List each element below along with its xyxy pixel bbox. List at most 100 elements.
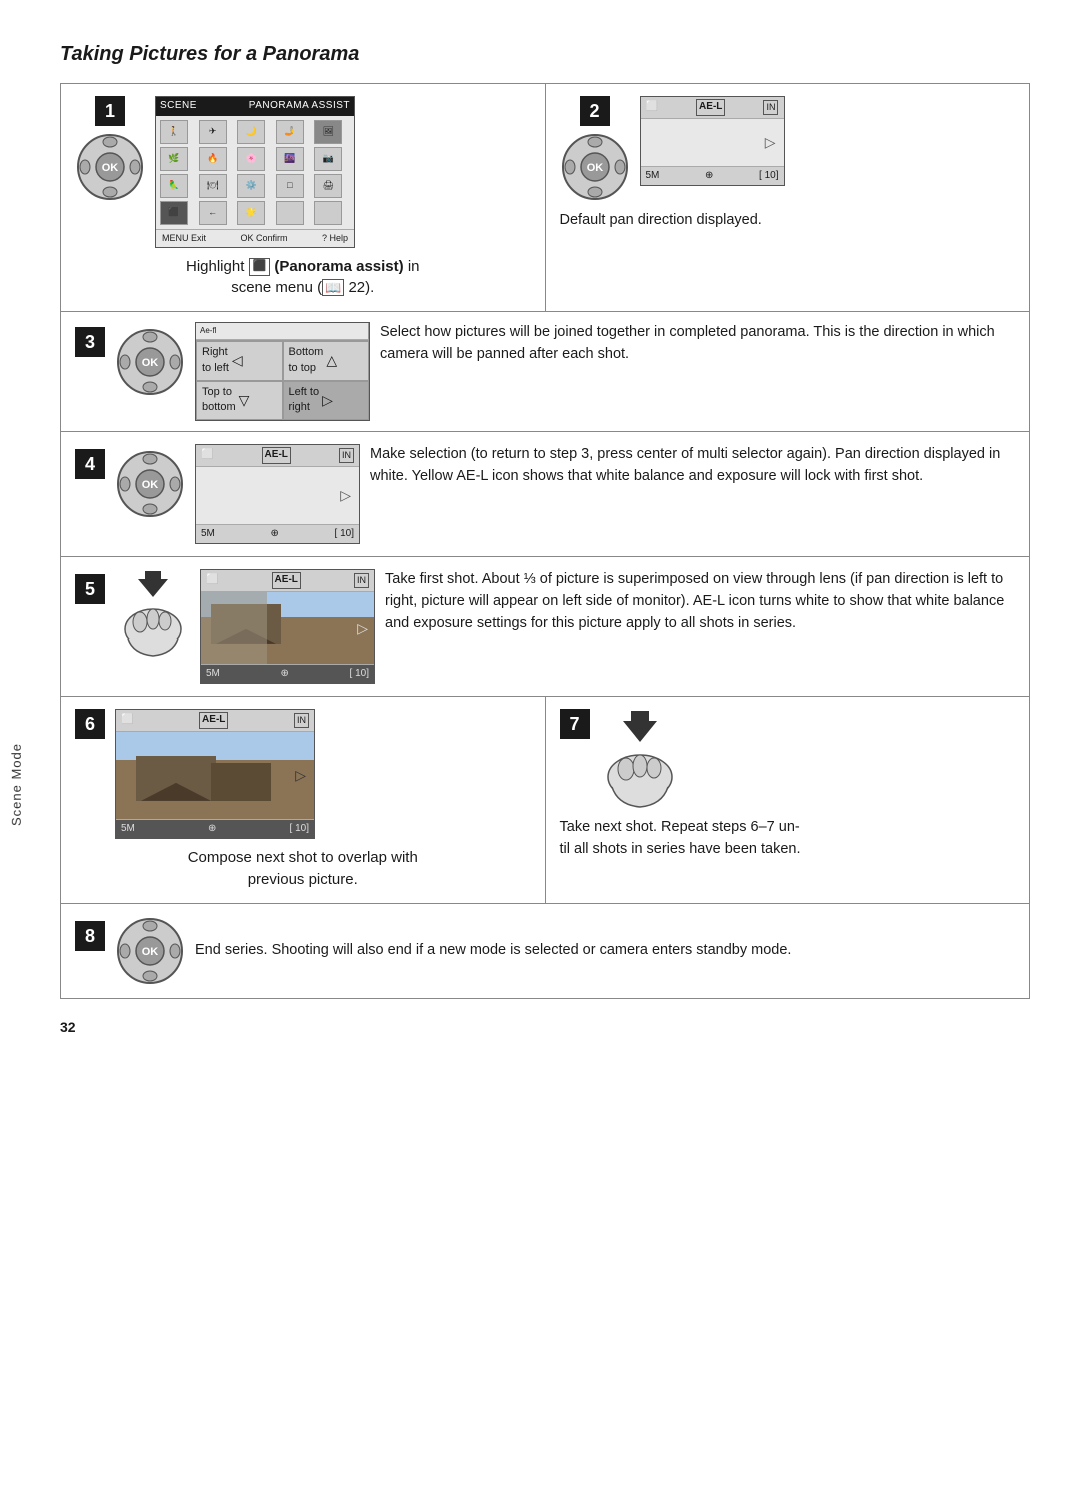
- screen-10: [ 10]: [759, 169, 778, 184]
- step-6-cell: 6 ⬜ AE-L IN: [61, 697, 546, 903]
- step-5-desc: Take first shot. About ⅓ of picture is s…: [385, 569, 1015, 634]
- pan-direction-box: Ae-fl Rightto left ◁ Bottomto top △ Top …: [195, 322, 370, 421]
- screen-icon2-6: ⊕: [208, 822, 216, 837]
- in-badge-6: IN: [294, 713, 309, 728]
- screen-5m: 5M: [646, 169, 660, 184]
- step-5-cell: 5 ⬜ AE-L: [61, 557, 1029, 696]
- screen-10-4: [ 10]: [335, 527, 354, 542]
- pan-left-right: Left toright ▷: [283, 381, 370, 421]
- instruction-grid: 1 OK: [60, 83, 1030, 999]
- multi-selector-1: OK: [75, 132, 145, 202]
- step-3-badge: 3: [75, 327, 105, 357]
- screen-5m-6: 5M: [121, 822, 135, 837]
- menu-icon: 🖼: [314, 120, 342, 144]
- screen-icon-6: ⬜: [121, 713, 133, 728]
- step-7-cell: 7 Take next shot. Repeat step: [546, 697, 1030, 903]
- menu-icon: 🍽: [199, 174, 227, 198]
- row-4: 4 OK ⬜ AE-L IN: [61, 432, 1029, 557]
- menu-icon: [276, 201, 304, 225]
- screen-icon-5: ⬜: [206, 573, 218, 588]
- svg-text:OK: OK: [142, 479, 159, 491]
- menu-help-label: ? Help: [322, 232, 348, 245]
- screen-icon: ⬜: [646, 100, 658, 115]
- in-badge-4: IN: [339, 448, 354, 463]
- svg-text:OK: OK: [586, 162, 603, 174]
- menu-icon: 🌆: [276, 147, 304, 171]
- menu-icon: 📷: [314, 147, 342, 171]
- step-5-screen: ⬜ AE-L IN ▷ 5M: [200, 569, 375, 684]
- sidebar-label: Scene Mode: [8, 743, 27, 826]
- page-number: 32: [60, 1017, 1030, 1037]
- multi-selector-3: OK: [115, 327, 185, 397]
- step-4-screen: ⬜ AE-L IN ▷ 5M ⊕ [ 10]: [195, 444, 360, 544]
- step-8-desc: End series. Shooting will also end if a …: [195, 940, 791, 962]
- multi-selector-8: OK: [115, 916, 185, 986]
- shutter-illus-7: [600, 709, 680, 809]
- menu-icon: ⬛: [160, 201, 188, 225]
- scene-label: SCENE: [160, 99, 197, 114]
- pan-ae-label: Ae-fl: [200, 325, 216, 337]
- step-1-badge: 1: [95, 96, 125, 126]
- menu-icon: 🔥: [199, 147, 227, 171]
- screen-5m-5: 5M: [206, 667, 220, 682]
- arrow-right-icon: ▷: [765, 132, 776, 152]
- step-8-badge: 8: [75, 921, 105, 951]
- row-3: 3 OK Ae-fl: [61, 312, 1029, 432]
- ae-l-badge: AE-L: [696, 99, 725, 116]
- step-1-caption: Highlight ⬛ (Panorama assist) in scene m…: [75, 256, 531, 300]
- screen-icon2-4: ⊕: [271, 527, 279, 542]
- step-4-badge: 4: [75, 449, 105, 479]
- menu-icon: 🌿: [160, 147, 188, 171]
- menu-confirm-label: OK Confirm: [240, 232, 287, 245]
- row-1: 1 OK: [61, 84, 1029, 312]
- step-1-cell: 1 OK: [61, 84, 546, 311]
- screen-10-6: [ 10]: [290, 822, 309, 837]
- step-7-caption: Take next shot. Repeat steps 6–7 un- til…: [560, 817, 801, 861]
- svg-text:OK: OK: [142, 357, 159, 369]
- multi-selector-4: OK: [115, 449, 185, 519]
- pan-right-left: Rightto left ◁: [196, 341, 283, 381]
- in-badge: IN: [763, 100, 778, 115]
- menu-icon: ✈: [199, 120, 227, 144]
- step-3-cell: 3 OK Ae-fl: [61, 312, 1029, 431]
- step-7-badge: 7: [560, 709, 590, 739]
- screen-icon2-5: ⊕: [281, 667, 289, 682]
- in-badge-5: IN: [354, 573, 369, 588]
- menu-icon: 🤳: [276, 120, 304, 144]
- menu-icon: 🚶: [160, 120, 188, 144]
- svg-text:OK: OK: [142, 946, 159, 958]
- arrow-right-icon-4: ▷: [340, 485, 351, 505]
- menu-icon: 🌙: [237, 120, 265, 144]
- menu-exit-label: MENU Exit: [162, 232, 206, 245]
- pan-top-bottom: Top tobottom ▽: [196, 381, 283, 421]
- step-3-desc: Select how pictures will be joined toget…: [380, 322, 1015, 366]
- step-4-desc: Make selection (to return to step 3, pre…: [370, 444, 1015, 488]
- ae-l-badge-4: AE-L: [262, 447, 291, 464]
- step-4-cell: 4 OK ⬜ AE-L IN: [61, 432, 1029, 556]
- pan-bottom-top: Bottomto top △: [283, 341, 370, 381]
- menu-icon: ←: [199, 201, 227, 225]
- step-6-caption: Compose next shot to overlap with previo…: [75, 847, 531, 891]
- ae-l-badge-6: AE-L: [199, 712, 228, 729]
- page-title: Taking Pictures for a Panorama: [60, 40, 1030, 69]
- menu-icon: ⚙️: [237, 174, 265, 198]
- step-8-cell: 8 OK End series. Shooting will also end …: [61, 904, 805, 998]
- row-8: 8 OK End series. Shooting will also end …: [61, 904, 1029, 998]
- step-2-cell: 2 OK: [546, 84, 1030, 311]
- screen-icon2: ⊕: [705, 169, 713, 184]
- step-5-badge: 5: [75, 574, 105, 604]
- screen-5m-4: 5M: [201, 527, 215, 542]
- screen-10-5: [ 10]: [350, 667, 369, 682]
- step-6-badge: 6: [75, 709, 105, 739]
- menu-icon: 🌸: [237, 147, 265, 171]
- menu-icon: 🦜: [160, 174, 188, 198]
- step-2-screen: ⬜ AE-L IN ▷ 5M ⊕ [ 10]: [640, 96, 785, 186]
- row-67: 6 ⬜ AE-L IN: [61, 697, 1029, 904]
- menu-icon: □: [276, 174, 304, 198]
- panorama-menu: SCENE PANORAMA ASSIST 🚶 ✈ 🌙 🤳 🖼 🌿 🔥: [155, 96, 355, 248]
- panorama-assist-label: PANORAMA ASSIST: [249, 99, 350, 114]
- step-2-badge: 2: [580, 96, 610, 126]
- menu-icon: [314, 201, 342, 225]
- row-5: 5 ⬜ AE-L: [61, 557, 1029, 697]
- step-6-screen: ⬜ AE-L IN ▷ 5M: [115, 709, 315, 839]
